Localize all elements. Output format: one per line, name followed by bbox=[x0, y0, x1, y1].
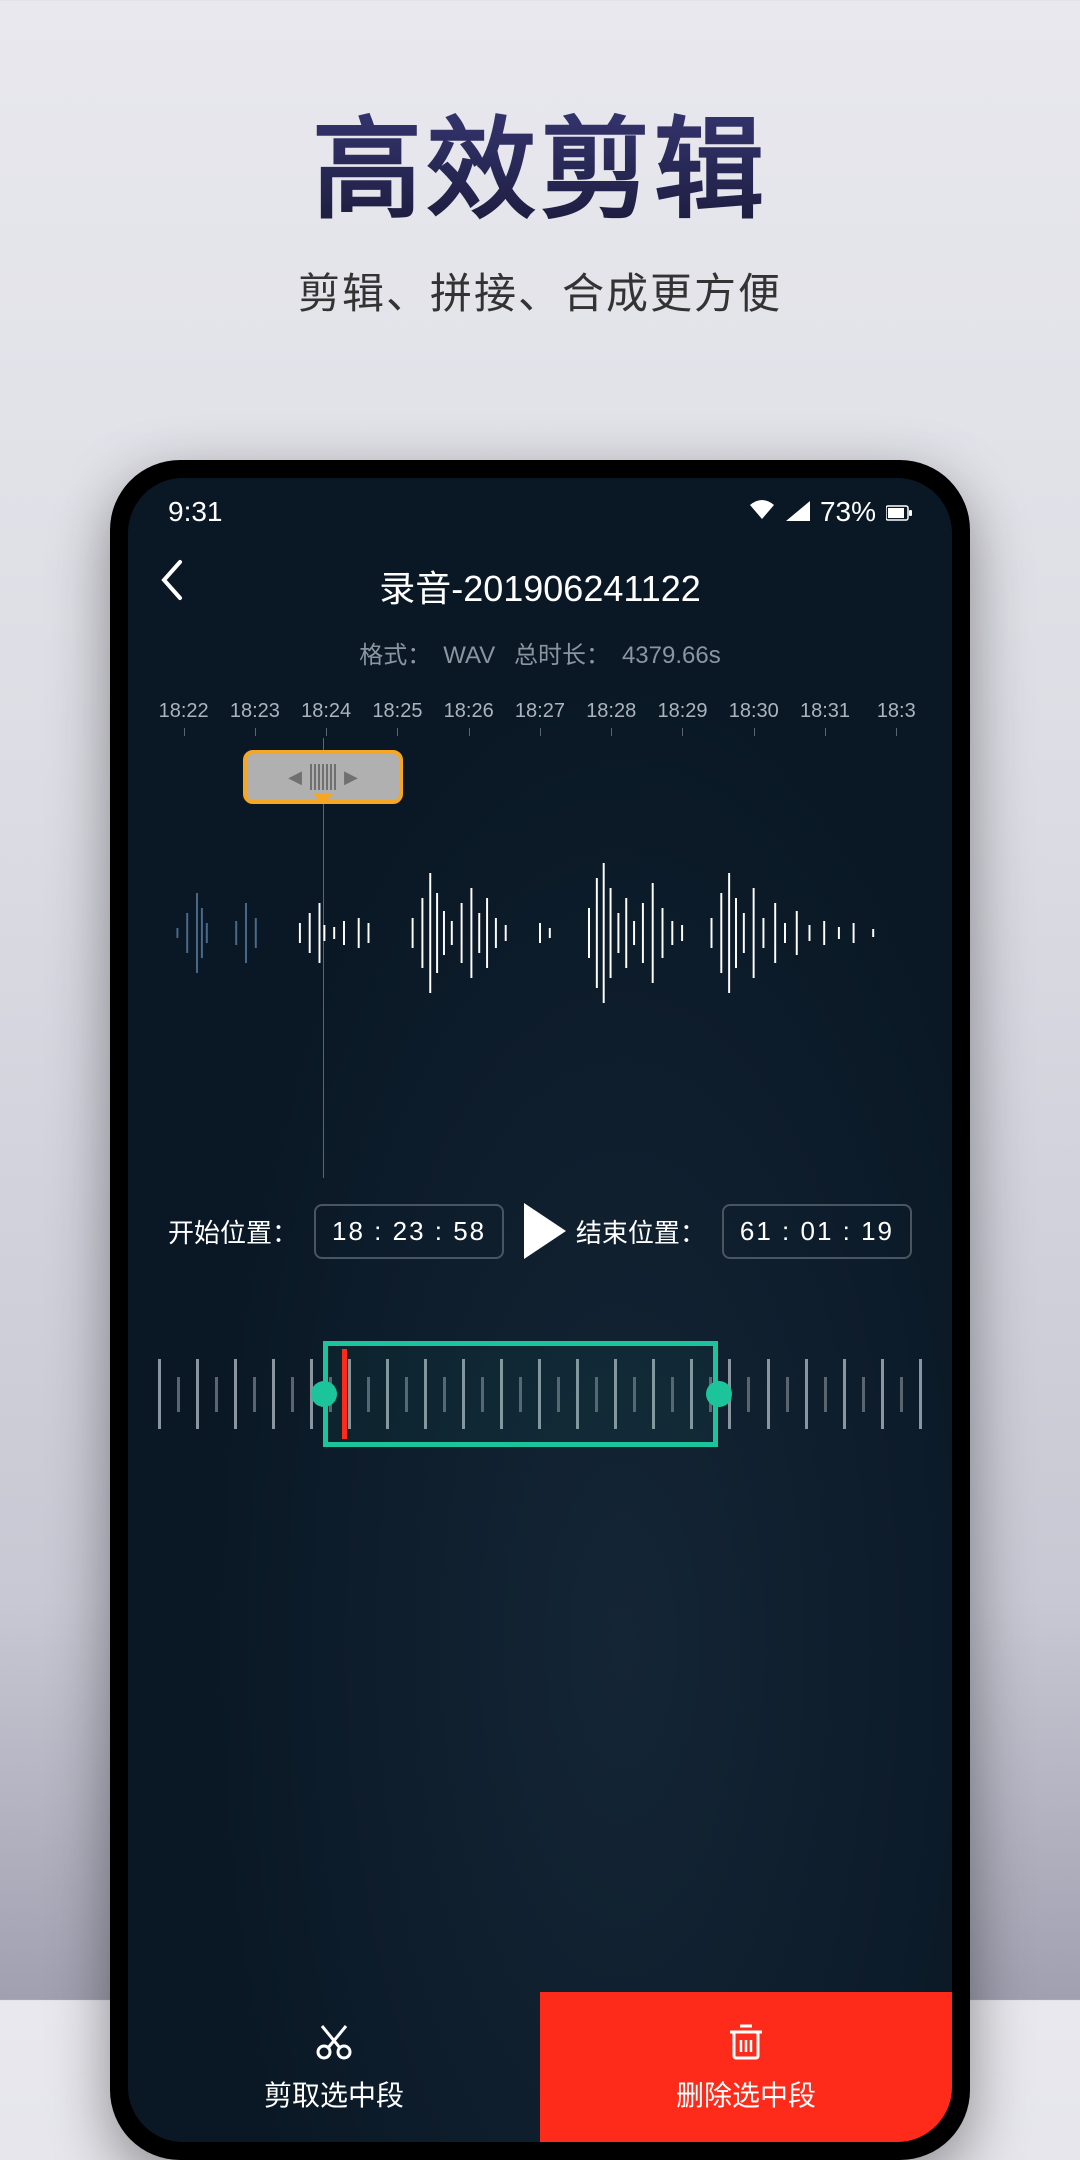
end-label: 结束位置： bbox=[576, 1213, 706, 1250]
range-handle-start[interactable] bbox=[311, 1381, 337, 1407]
timeline-tick: 18:28 bbox=[576, 700, 647, 723]
delete-label: 删除选中段 bbox=[676, 2074, 816, 2114]
phone-screen: 9:31 73% 录音-201906241122 格式： WAV bbox=[128, 478, 952, 2142]
format-label: 格式： bbox=[359, 642, 431, 669]
timeline-ruler[interactable]: 18:22 18:23 18:24 18:25 18:26 18:27 18:2… bbox=[128, 700, 952, 723]
phone-frame: 9:31 73% 录音-201906241122 格式： WAV bbox=[110, 460, 970, 2160]
timeline-tick: 18:31 bbox=[789, 700, 860, 723]
timeline-tick: 18:30 bbox=[718, 700, 789, 723]
wifi-icon bbox=[748, 496, 776, 528]
start-label: 开始位置： bbox=[168, 1213, 298, 1250]
timeline-tick: 18:24 bbox=[291, 700, 362, 723]
scrub-handle[interactable]: ◀ ▶ bbox=[243, 750, 403, 804]
file-meta: 格式： WAV 总时长： 4379.66s bbox=[128, 635, 952, 670]
range-selection[interactable] bbox=[323, 1341, 718, 1447]
duration-value: 4379.66s bbox=[622, 642, 721, 669]
cut-label: 剪取选中段 bbox=[264, 2074, 404, 2114]
range-slider[interactable] bbox=[158, 1329, 922, 1459]
timeline-tick: 18:25 bbox=[362, 700, 433, 723]
grip-icon bbox=[310, 764, 336, 790]
range-cursor[interactable] bbox=[342, 1349, 347, 1439]
page-title: 录音-201906241122 bbox=[158, 560, 922, 612]
status-bar: 9:31 73% bbox=[128, 478, 952, 538]
timeline-tick: 18:3 bbox=[861, 700, 932, 723]
cut-selection-button[interactable]: 剪取选中段 bbox=[128, 1992, 540, 2142]
chevron-left-icon: ◀ bbox=[288, 767, 302, 788]
end-time-input[interactable]: 61 : 01 : 19 bbox=[722, 1204, 912, 1259]
timeline-tick: 18:23 bbox=[219, 700, 290, 723]
waveform-svg bbox=[148, 803, 932, 1063]
play-button[interactable] bbox=[524, 1203, 566, 1259]
battery-percent: 73% bbox=[820, 496, 876, 528]
timeline-tick: 18:29 bbox=[647, 700, 718, 723]
playback-controls: 开始位置： 18 : 23 : 58 结束位置： 61 : 01 : 19 bbox=[128, 1203, 952, 1259]
trash-icon bbox=[724, 2020, 768, 2064]
delete-selection-button[interactable]: 删除选中段 bbox=[540, 1992, 952, 2142]
status-time: 9:31 bbox=[168, 496, 223, 528]
timeline-tick: 18:22 bbox=[148, 700, 219, 723]
duration-label: 总时长： bbox=[514, 642, 610, 669]
promo-subtitle: 剪辑、拼接、合成更方便 bbox=[0, 260, 1080, 321]
battery-icon bbox=[886, 496, 912, 528]
chevron-right-icon: ▶ bbox=[344, 767, 358, 788]
signal-icon bbox=[786, 496, 810, 528]
scissors-icon bbox=[312, 2020, 356, 2064]
promo-title: 高效剪辑 bbox=[0, 80, 1080, 240]
range-handle-end[interactable] bbox=[706, 1381, 732, 1407]
waveform[interactable] bbox=[128, 803, 952, 1063]
app-bar: 录音-201906241122 bbox=[128, 538, 952, 623]
bottom-actions: 剪取选中段 删除选中段 bbox=[128, 1992, 952, 2142]
format-value: WAV bbox=[443, 642, 495, 669]
start-time-input[interactable]: 18 : 23 : 58 bbox=[314, 1204, 504, 1259]
timeline-tick: 18:26 bbox=[433, 700, 504, 723]
timeline-tick: 18:27 bbox=[504, 700, 575, 723]
